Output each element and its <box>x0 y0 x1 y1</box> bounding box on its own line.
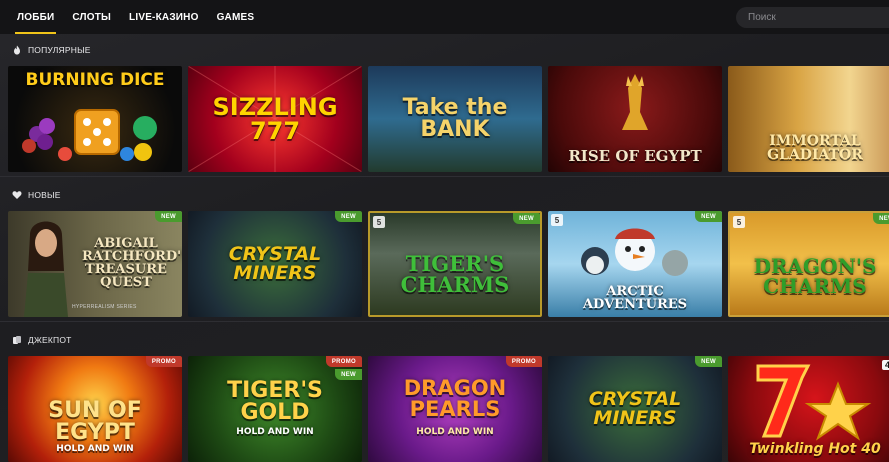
game-tile-twinkling-hot[interactable]: 40 Twinkling Hot 40 <box>728 356 889 462</box>
new-badge: NEW <box>873 213 889 224</box>
game-tile-tigers-charms[interactable]: 5 TIGER'S CHARMS NEW <box>368 211 542 317</box>
top-navigation-bar: ЛОББИ СЛОТЫ LIVE-КАЗИНО GAMES <box>0 0 889 34</box>
tab-lobby[interactable]: ЛОББИ <box>8 0 63 34</box>
game-tile-crystal-miners[interactable]: CRYSTAL MINERS NEW <box>188 211 362 317</box>
game-title: Twinkling Hot 40 <box>749 441 881 457</box>
game-title: ARCTIC ADVENTURES <box>582 284 688 312</box>
bonus-count: 5 <box>551 214 563 226</box>
game-tile-arctic-adventures[interactable]: 5 ARCTIC ADVENTURES NEW <box>548 211 722 317</box>
search-input[interactable] <box>748 12 878 23</box>
game-title: TIGER'S GOLD <box>227 378 323 425</box>
game-title: CRYSTAL MINERS <box>228 243 322 284</box>
heart-icon <box>12 191 22 199</box>
section-header-jackpot: ДЖЕКПОТ <box>12 331 72 349</box>
tab-games[interactable]: GAMES <box>208 0 264 34</box>
game-tile-abigail-ratchford[interactable]: ABIGAIL RATCHFORD'S TREASURE QUEST HYPER… <box>8 211 182 317</box>
game-title: ABIGAIL RATCHFORD'S TREASURE QUEST <box>82 236 182 290</box>
game-title: BURNING DICE <box>25 70 165 90</box>
game-title: DRAGON PEARLS <box>403 376 507 421</box>
section-header-new: НОВЫЕ <box>12 186 61 204</box>
game-tile-tigers-gold[interactable]: TIGER'S GOLD HOLD AND WIN PROMO NEW <box>188 356 362 462</box>
character-art <box>24 221 68 317</box>
games-row-popular: BURNING DICE SIZZLING 777 Take the BANK <box>0 66 889 174</box>
lobby-content: ПОПУЛЯРНЫЕ BURNING DICE SIZZLING 777 Tak… <box>0 34 889 462</box>
new-badge: NEW <box>695 356 722 367</box>
bonus-count: 5 <box>733 216 745 228</box>
bonus-count: 5 <box>373 216 385 228</box>
cards-icon <box>13 336 21 344</box>
snowman-art <box>581 228 688 276</box>
section-divider <box>0 176 889 177</box>
game-tile-sizzling-777[interactable]: SIZZLING 777 <box>188 66 362 172</box>
dice-fruits-art <box>22 109 157 161</box>
section-header-popular: ПОПУЛЯРНЫЕ <box>12 41 91 59</box>
game-title: Take the BANK <box>402 95 508 142</box>
games-row-new: ABIGAIL RATCHFORD'S TREASURE QUEST HYPER… <box>0 211 889 319</box>
game-tile-burning-dice[interactable]: BURNING DICE <box>8 66 182 172</box>
game-tile-immortal-gladiator[interactable]: IMMORTAL GLADIATOR <box>728 66 889 172</box>
promo-badge: PROMO <box>325 356 362 367</box>
new-badge: NEW <box>155 211 182 222</box>
game-title: SIZZLING 777 <box>212 93 338 145</box>
new-badge: NEW <box>513 213 540 224</box>
game-tile-dragon-pearls[interactable]: DRAGON PEARLS HOLD AND WIN PROMO <box>368 356 542 462</box>
search-box <box>736 7 889 28</box>
tab-live-casino[interactable]: LIVE-КАЗИНО <box>120 0 208 34</box>
new-badge: NEW <box>335 211 362 222</box>
game-title: CRYSTAL MINERS <box>588 388 682 429</box>
game-title: DRAGON'S CHARMS <box>753 254 877 298</box>
section-title: ПОПУЛЯРНЫЕ <box>28 45 91 55</box>
game-title: RISE OF EGYPT <box>568 147 702 165</box>
games-row-jackpot: SUN OF EGYPT HOLD AND WIN PROMO TIGER'S … <box>0 356 889 462</box>
series-note: HYPERREALISM SERIES <box>72 304 137 310</box>
game-tile-rise-of-egypt[interactable]: RISE OF EGYPT <box>548 66 722 172</box>
flame-icon <box>14 45 20 55</box>
game-tile-dragons-charms[interactable]: 5 DRAGON'S CHARMS NEW <box>728 211 889 317</box>
game-subtitle: HOLD AND WIN <box>236 427 314 437</box>
new-badge: NEW <box>695 211 722 222</box>
game-title: TIGER'S CHARMS <box>400 251 510 297</box>
game-title: SUN OF EGYPT <box>48 398 142 445</box>
game-subtitle: HOLD AND WIN <box>56 444 134 454</box>
section-title: ДЖЕКПОТ <box>28 335 72 345</box>
jackpot-number: 40 <box>881 360 889 370</box>
promo-badge: PROMO <box>505 356 542 367</box>
new-badge: NEW <box>335 369 362 380</box>
tab-slots[interactable]: СЛОТЫ <box>63 0 120 34</box>
game-title: IMMORTAL GLADIATOR <box>767 133 863 163</box>
promo-badge: PROMO <box>145 356 182 367</box>
game-subtitle: HOLD AND WIN <box>416 427 494 437</box>
game-tile-crystal-miners-jackpot[interactable]: CRYSTAL MINERS NEW <box>548 356 722 462</box>
game-tile-sun-of-egypt[interactable]: SUN OF EGYPT HOLD AND WIN PROMO <box>8 356 182 462</box>
section-title: НОВЫЕ <box>28 190 61 200</box>
section-divider <box>0 321 889 322</box>
game-tile-take-the-bank[interactable]: Take the BANK <box>368 66 542 172</box>
anubis-art <box>622 74 648 130</box>
